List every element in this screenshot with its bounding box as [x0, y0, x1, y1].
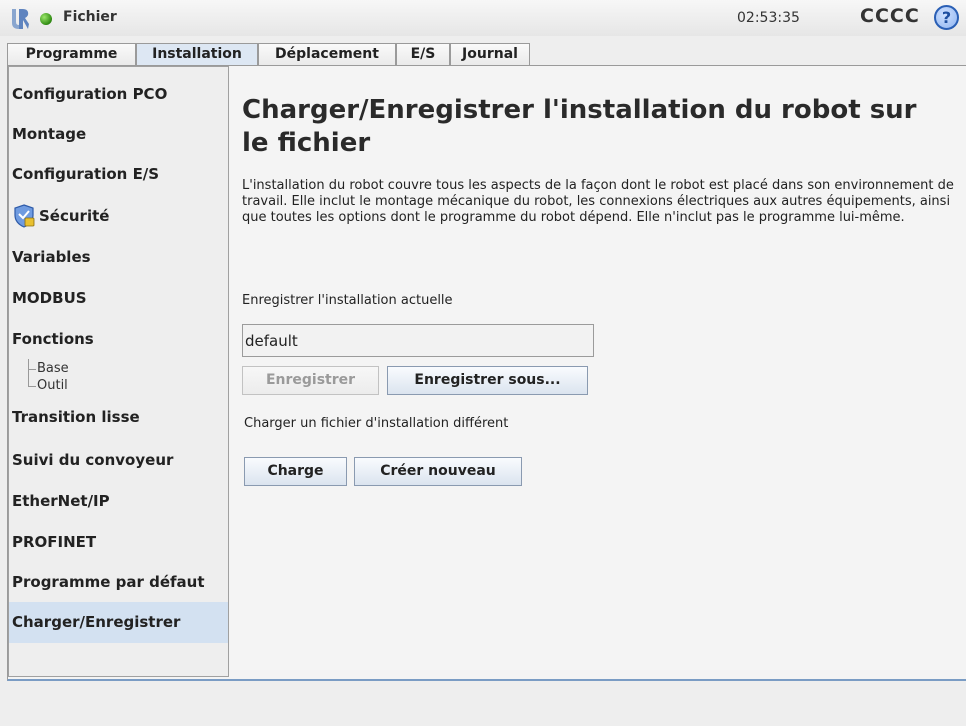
sidebar-item-montage[interactable]: Montage — [9, 125, 228, 149]
shield-icon — [14, 204, 35, 228]
sidebar-item-label: Configuration PCO — [12, 85, 168, 103]
robot-name: CCCC — [860, 5, 920, 27]
installation-sidebar: Configuration PCO Montage Configuration … — [8, 66, 229, 677]
sidebar-item-fonctions[interactable]: Fonctions — [9, 330, 228, 354]
main-panel: Charger/Enregistrer l'installation du ro… — [230, 66, 966, 677]
tree-connector — [28, 359, 29, 386]
file-menu[interactable]: Fichier — [63, 9, 117, 25]
sidebar-item-label: Transition lisse — [12, 408, 140, 426]
save-as-button[interactable]: Enregistrer sous... — [387, 366, 588, 395]
sidebar-item-label: Variables — [12, 248, 91, 266]
sidebar-item-modbus[interactable]: MODBUS — [9, 289, 228, 313]
top-bar: Fichier 02:53:35 CCCC ? — [0, 0, 966, 36]
load-button[interactable]: Charge — [244, 457, 347, 486]
sidebar-item-ethernet-ip[interactable]: EtherNet/IP — [9, 492, 228, 516]
tab-es[interactable]: E/S — [396, 43, 450, 66]
sidebar-item-transition-lisse[interactable]: Transition lisse — [9, 408, 228, 432]
sidebar-item-suivi-convoyeur[interactable]: Suivi du convoyeur — [9, 451, 228, 475]
help-icon: ? — [941, 8, 952, 27]
robot-status-indicator — [40, 13, 52, 25]
tree-branch — [28, 386, 36, 387]
save-button[interactable]: Enregistrer — [242, 366, 379, 395]
clock: 02:53:35 — [737, 10, 800, 26]
sidebar-item-label: EtherNet/IP — [12, 492, 110, 510]
tab-installation[interactable]: Installation — [136, 43, 258, 66]
tab-programme[interactable]: Programme — [7, 43, 136, 66]
sidebar-item-label: Programme par défaut — [12, 573, 205, 591]
page-title: Charger/Enregistrer l'installation du ro… — [242, 95, 917, 158]
sidebar-item-profinet[interactable]: PROFINET — [9, 533, 228, 557]
sidebar-item-variables[interactable]: Variables — [9, 248, 228, 272]
tab-deplacement[interactable]: Déplacement — [258, 43, 396, 66]
installation-name-input[interactable] — [242, 324, 594, 357]
help-button[interactable]: ? — [934, 5, 959, 30]
tab-journal[interactable]: Journal — [450, 43, 530, 66]
sidebar-item-programme-par-defaut[interactable]: Programme par défaut — [9, 573, 228, 597]
sidebar-item-label: Sécurité — [39, 207, 110, 225]
sidebar-item-charger-enregistrer[interactable]: Charger/Enregistrer — [9, 602, 228, 643]
sidebar-item-label: Montage — [12, 125, 87, 143]
load-section-label: Charger un fichier d'installation différ… — [244, 416, 509, 431]
sidebar-item-label: Configuration E/S — [12, 165, 160, 183]
main-tab-bar: Programme Installation Déplacement E/S J… — [0, 43, 966, 66]
sidebar-item-label: Charger/Enregistrer — [12, 613, 181, 631]
sidebar-item-label: Suivi du convoyeur — [12, 451, 174, 469]
sidebar-item-label: Fonctions — [12, 330, 94, 348]
sidebar-item-configuration-es[interactable]: Configuration E/S — [9, 165, 228, 189]
tree-branch — [28, 369, 36, 370]
tree-item-outil[interactable]: Outil — [37, 378, 68, 393]
tree-item-base[interactable]: Base — [37, 361, 69, 376]
create-new-button[interactable]: Créer nouveau — [354, 457, 522, 486]
sidebar-item-label: PROFINET — [12, 533, 97, 551]
description-text: L'installation du robot couvre tous les … — [242, 178, 954, 225]
sidebar-item-label: MODBUS — [12, 289, 87, 307]
sidebar-item-securite[interactable]: Sécurité — [9, 201, 228, 231]
save-section-label: Enregistrer l'installation actuelle — [242, 293, 453, 308]
ur-logo-icon — [12, 9, 29, 29]
sidebar-item-configuration-pco[interactable]: Configuration PCO — [9, 85, 228, 109]
